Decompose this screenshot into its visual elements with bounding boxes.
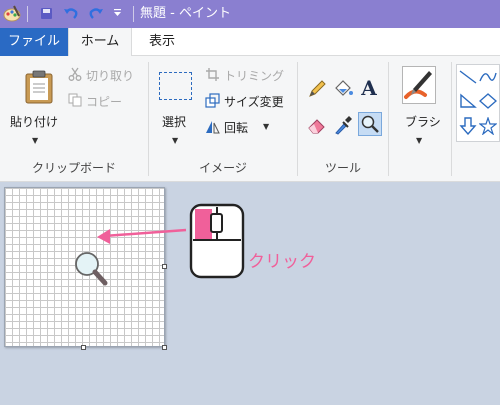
copy-label: コピー	[86, 95, 123, 109]
brushes-label: ブラシ	[405, 115, 441, 129]
crop-button[interactable]: トリミング	[203, 66, 295, 84]
brushes-dropdown-arrow[interactable]: ▼	[416, 136, 422, 145]
paint-app-icon[interactable]	[2, 4, 22, 24]
clipboard-group: 貼り付け ▼ 切り取り コピー クリップボード	[0, 56, 148, 182]
copy-icon	[68, 93, 82, 107]
rotate-label: 回転	[224, 121, 249, 135]
tab-file[interactable]: ファイル	[0, 28, 68, 56]
star-icon[interactable]	[478, 116, 498, 138]
undo-icon[interactable]	[63, 6, 79, 23]
diamond-icon[interactable]	[478, 93, 498, 112]
resize-button[interactable]: サイズ変更	[203, 92, 295, 110]
copy-button[interactable]: コピー	[66, 92, 146, 110]
drawing-canvas[interactable]	[4, 187, 165, 347]
click-callout-label: クリック	[248, 252, 316, 272]
shapes-group	[452, 56, 500, 182]
scissors-icon	[68, 67, 82, 81]
magnifier-icon[interactable]	[358, 112, 382, 136]
canvas-resize-handle-bottom[interactable]	[81, 345, 86, 350]
line-icon[interactable]	[459, 69, 477, 88]
save-icon[interactable]	[41, 8, 52, 19]
eraser-icon[interactable]	[306, 114, 328, 136]
rotate-button[interactable]: 回転 ▼	[203, 118, 295, 136]
paste-button[interactable]: 貼り付け ▼	[4, 60, 64, 146]
image-group-label: イメージ	[199, 161, 247, 175]
color-picker-icon[interactable]	[332, 114, 354, 136]
resize-label: サイズ変更	[224, 95, 284, 109]
crop-label: トリミング	[224, 69, 285, 83]
tools-group-label: ツール	[324, 161, 361, 175]
title-bar-separator	[133, 6, 134, 22]
image-group: 選択 ▼ トリミング サイズ変更 回転 ▼ イメージ	[149, 56, 297, 182]
paste-dropdown-arrow[interactable]: ▼	[32, 136, 38, 145]
title-bar-separator	[27, 6, 28, 22]
rotate-dropdown-arrow[interactable]: ▼	[263, 122, 269, 131]
window-title: 無題 - ペイント	[140, 6, 231, 21]
select-label: 選択	[162, 115, 187, 129]
resize-icon	[205, 93, 220, 111]
cut-label: 切り取り	[86, 69, 135, 83]
fill-icon[interactable]	[332, 78, 354, 100]
tools-group: A ツール	[298, 56, 388, 182]
tab-view[interactable]: 表示	[140, 28, 184, 56]
clipboard-group-label: クリップボード	[31, 161, 116, 175]
clipboard-icon	[24, 70, 54, 104]
title-bar: 無題 - ペイント	[0, 0, 500, 28]
customize-quick-access-dropdown[interactable]	[113, 8, 122, 21]
shapes-gallery	[456, 64, 500, 142]
cut-button[interactable]: 切り取り	[66, 66, 146, 84]
tab-home[interactable]: ホーム	[68, 28, 132, 57]
brush-icon	[402, 66, 436, 104]
paste-label: 貼り付け	[10, 115, 59, 129]
ribbon: 貼り付け ▼ 切り取り コピー クリップボード 選択 ▼ トリミング サイズ変更…	[0, 56, 500, 182]
brushes-group: ブラシ ▼	[389, 56, 451, 182]
crop-icon	[205, 67, 220, 85]
brushes-button[interactable]: ブラシ ▼	[393, 60, 447, 146]
pencil-icon[interactable]	[306, 78, 328, 100]
curve-icon[interactable]	[479, 69, 497, 88]
canvas-resize-handle-corner[interactable]	[162, 345, 167, 350]
select-button[interactable]: 選択 ▼	[153, 60, 199, 146]
triangle-icon[interactable]	[459, 93, 477, 112]
text-icon[interactable]: A	[358, 76, 380, 100]
arrow-down-icon[interactable]	[459, 117, 477, 138]
rotate-icon	[205, 119, 220, 137]
select-dropdown-arrow[interactable]: ▼	[172, 136, 178, 145]
workspace	[0, 183, 500, 405]
redo-icon[interactable]	[88, 6, 104, 23]
canvas-resize-handle-right[interactable]	[162, 264, 167, 269]
select-rectangle-icon	[159, 72, 192, 100]
ribbon-tabs: ファイル ホーム 表示	[0, 28, 500, 57]
